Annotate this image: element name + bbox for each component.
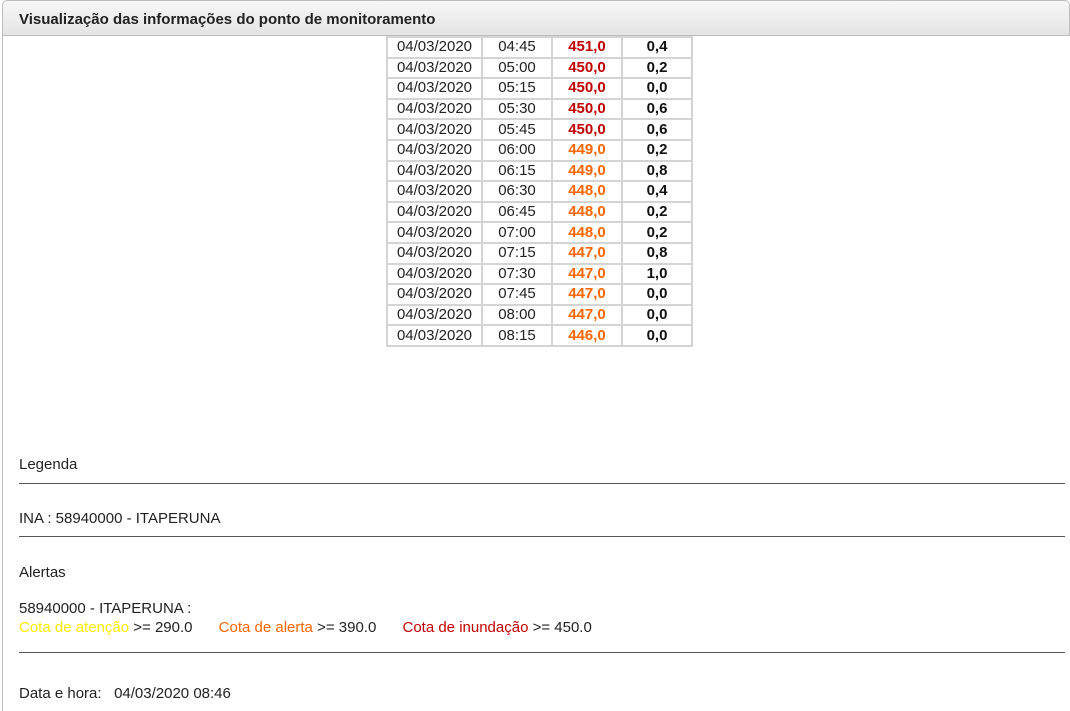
page-title: Visualização das informações do ponto de… <box>19 11 436 28</box>
reading-time: 06:15 <box>481 159 553 183</box>
reading-time: 08:15 <box>481 324 553 347</box>
window-title: Visualização das informações do ponto de… <box>2 0 1070 36</box>
table-row: 04/03/2020 07:00 448,0 0,2 <box>386 221 693 244</box>
reading-time: 07:45 <box>481 283 553 306</box>
reading-date: 04/03/2020 <box>386 324 483 347</box>
reading-time: 07:15 <box>481 241 553 265</box>
reading-date: 04/03/2020 <box>386 221 483 244</box>
table-row: 04/03/2020 08:15 446,0 0,0 <box>386 324 693 347</box>
reading-level: 447,0 <box>551 241 623 265</box>
reading-level: 446,0 <box>551 324 623 347</box>
reading-rain: 0,8 <box>621 159 693 183</box>
reading-date: 04/03/2020 <box>386 159 483 183</box>
reading-level: 447,0 <box>551 283 623 306</box>
reading-date: 04/03/2020 <box>386 77 483 100</box>
reading-rain: 0,2 <box>621 200 693 224</box>
readings-table: 04/03/2020 04:45 451,0 0,4 04/03/2020 05:00 45… <box>386 36 693 347</box>
divider <box>19 483 1065 484</box>
alerts-thresholds: Cota de atenção >= 290.0 Cota de alerta … <box>19 619 592 636</box>
reading-date: 04/03/2020 <box>386 36 483 59</box>
reading-time: 05:45 <box>481 118 553 141</box>
reading-date: 04/03/2020 <box>386 283 483 306</box>
datetime-label: Data e hora: <box>19 685 102 702</box>
table-row: 04/03/2020 06:00 449,0 0,2 <box>386 138 693 162</box>
reading-date: 04/03/2020 <box>386 138 483 162</box>
reading-rain: 0,4 <box>621 180 693 203</box>
table-row: 04/03/2020 05:15 450,0 0,0 <box>386 77 693 100</box>
reading-rain: 0,0 <box>621 283 693 306</box>
reading-time: 05:00 <box>481 56 553 80</box>
reading-rain: 0,0 <box>621 303 693 327</box>
reading-date: 04/03/2020 <box>386 262 483 286</box>
reading-level: 451,0 <box>551 36 623 59</box>
reading-date: 04/03/2020 <box>386 241 483 265</box>
reading-level: 447,0 <box>551 262 623 286</box>
divider <box>19 652 1065 653</box>
reading-level: 450,0 <box>551 97 623 121</box>
datetime-value: 04/03/2020 08:46 <box>114 685 231 702</box>
reading-level: 447,0 <box>551 303 623 327</box>
panel-left-border <box>2 36 3 711</box>
reading-date: 04/03/2020 <box>386 303 483 327</box>
reading-rain: 0,6 <box>621 97 693 121</box>
reading-rain: 0,8 <box>621 241 693 265</box>
reading-time: 06:30 <box>481 180 553 203</box>
reading-level: 450,0 <box>551 118 623 141</box>
reading-rain: 0,2 <box>621 56 693 80</box>
reading-time: 07:30 <box>481 262 553 286</box>
alerts-station: 58940000 - ITAPERUNA : <box>19 600 192 617</box>
reading-date: 04/03/2020 <box>386 180 483 203</box>
reading-rain: 0,0 <box>621 324 693 347</box>
divider <box>19 536 1065 537</box>
alerta-value: >= 390.0 <box>317 619 377 636</box>
reading-time: 05:15 <box>481 77 553 100</box>
reading-time: 04:45 <box>481 36 553 59</box>
table-row: 04/03/2020 07:45 447,0 0,0 <box>386 283 693 306</box>
table-row: 04/03/2020 07:15 447,0 0,8 <box>386 241 693 265</box>
table-row: 04/03/2020 06:15 449,0 0,8 <box>386 159 693 183</box>
reading-time: 08:00 <box>481 303 553 327</box>
table-row: 04/03/2020 04:45 451,0 0,4 <box>386 36 693 59</box>
reading-rain: 1,0 <box>621 262 693 286</box>
legend-station: INA : 58940000 - ITAPERUNA <box>19 510 221 527</box>
reading-time: 06:00 <box>481 138 553 162</box>
reading-level: 448,0 <box>551 200 623 224</box>
alerts-heading: Alertas <box>19 564 66 581</box>
reading-time: 07:00 <box>481 221 553 244</box>
datetime: Data e hora: 04/03/2020 08:46 <box>19 685 231 702</box>
reading-rain: 0,2 <box>621 138 693 162</box>
reading-time: 06:45 <box>481 200 553 224</box>
reading-level: 449,0 <box>551 138 623 162</box>
reading-date: 04/03/2020 <box>386 56 483 80</box>
table-row: 04/03/2020 06:30 448,0 0,4 <box>386 180 693 203</box>
table-row: 04/03/2020 05:00 450,0 0,2 <box>386 56 693 80</box>
legend-heading: Legenda <box>19 456 78 473</box>
reading-date: 04/03/2020 <box>386 200 483 224</box>
table-row: 04/03/2020 07:30 447,0 1,0 <box>386 262 693 286</box>
reading-rain: 0,0 <box>621 77 693 100</box>
reading-level: 449,0 <box>551 159 623 183</box>
reading-rain: 0,4 <box>621 36 693 59</box>
table-row: 04/03/2020 05:30 450,0 0,6 <box>386 97 693 121</box>
reading-date: 04/03/2020 <box>386 97 483 121</box>
reading-level: 450,0 <box>551 56 623 80</box>
reading-time: 05:30 <box>481 97 553 121</box>
reading-date: 04/03/2020 <box>386 118 483 141</box>
reading-level: 448,0 <box>551 180 623 203</box>
table-row: 04/03/2020 05:45 450,0 0,6 <box>386 118 693 141</box>
reading-level: 450,0 <box>551 77 623 100</box>
alerta-label: Cota de alerta <box>218 619 313 636</box>
table-row: 04/03/2020 06:45 448,0 0,2 <box>386 200 693 224</box>
reading-rain: 0,6 <box>621 118 693 141</box>
reading-rain: 0,2 <box>621 221 693 244</box>
inundacao-label: Cota de inundação <box>402 619 529 636</box>
inundacao-value: >= 450.0 <box>532 619 592 636</box>
atencao-value: >= 290.0 <box>133 619 193 636</box>
atencao-label: Cota de atenção <box>19 619 130 636</box>
reading-level: 448,0 <box>551 221 623 244</box>
table-row: 04/03/2020 08:00 447,0 0,0 <box>386 303 693 327</box>
